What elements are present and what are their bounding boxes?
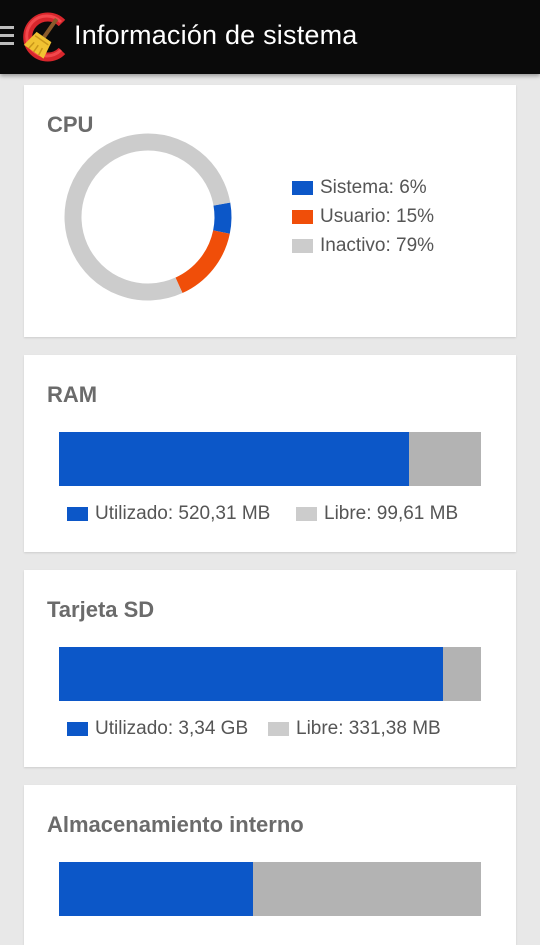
sd-card: Tarjeta SD Utilizado: 3,34 GB Libre: 331…	[24, 570, 516, 767]
sd-title: Tarjeta SD	[47, 597, 155, 622]
legend-swatch	[67, 722, 88, 736]
app-bar: Información de sistema	[0, 0, 540, 74]
sd-usage-bar	[59, 647, 481, 701]
ram-used-fill	[59, 432, 410, 486]
sd-used-fill	[59, 647, 444, 701]
legend-swatch	[67, 507, 88, 521]
ram-title: RAM	[47, 382, 98, 407]
legend-label: Sistema: 6%	[320, 177, 427, 198]
legend-swatch	[292, 181, 313, 195]
ram-legend-free: Libre: 99,61 MB	[296, 503, 458, 525]
donut-segment-sistema	[64, 133, 232, 301]
sd-legend-free: Libre: 331,38 MB	[268, 718, 441, 740]
legend-label: Libre: 331,38 MB	[296, 718, 441, 739]
legend-label: Usuario: 15%	[320, 206, 435, 227]
internal-used-fill	[59, 862, 254, 916]
legend-item-usuario: Usuario: 15%	[292, 206, 434, 228]
ccleaner-logo-icon[interactable]	[18, 11, 70, 63]
hamburger-icon[interactable]	[0, 26, 14, 48]
legend-label: Utilizado: 3,34 GB	[95, 718, 249, 739]
ram-usage-bar	[59, 432, 481, 486]
legend-item-sistema: Sistema: 6%	[292, 177, 427, 199]
internal-usage-bar	[59, 862, 481, 916]
legend-label: Inactivo: 79%	[320, 235, 435, 256]
legend-label: Utilizado: 520,31 MB	[95, 503, 271, 524]
cpu-donut-chart	[64, 133, 232, 301]
sd-legend-used: Utilizado: 3,34 GB	[67, 718, 248, 740]
legend-swatch	[268, 722, 289, 736]
donut-segment-inactivo	[64, 133, 232, 301]
legend-swatch	[292, 239, 313, 253]
legend-swatch	[296, 507, 317, 521]
legend-label: Libre: 99,61 MB	[324, 503, 459, 524]
internal-storage-card: Almacenamiento interno	[24, 785, 516, 945]
internal-title: Almacenamiento interno	[47, 812, 304, 837]
legend-swatch	[292, 210, 313, 224]
app-title: Información de sistema	[74, 20, 358, 50]
donut-segment-usuario	[64, 133, 232, 301]
cpu-card: CPU Sistema: 6% Usuario: 15% Inactivo: 7…	[24, 85, 516, 337]
legend-item-inactivo: Inactivo: 79%	[292, 235, 434, 257]
ram-legend-used: Utilizado: 520,31 MB	[67, 503, 270, 525]
ram-card: RAM Utilizado: 520,31 MB Libre: 99,61 MB	[24, 355, 516, 552]
